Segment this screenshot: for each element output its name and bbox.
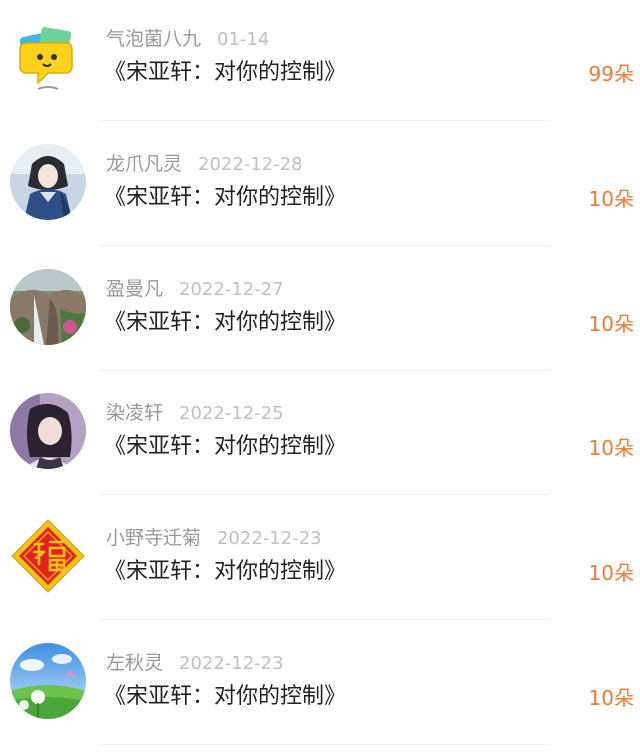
list-item[interactable]: 染凌轩 2022-12-25 《宋亚轩：对你的控制》 10朵 xyxy=(0,370,640,495)
item-meta: 染凌轩 2022-12-25 xyxy=(106,400,284,426)
flower-count: 10朵 xyxy=(588,561,634,585)
username[interactable]: 左秋灵 xyxy=(106,652,163,674)
fu-character-icon xyxy=(10,518,86,594)
avatar[interactable] xyxy=(10,518,86,594)
list-item[interactable]: 左秋灵 2022-12-23 《宋亚轩：对你的控制》 10朵 xyxy=(0,620,640,745)
avatar[interactable] xyxy=(10,393,86,469)
list-item[interactable]: 盈曼凡 2022-12-27 《宋亚轩：对你的控制》 10朵 xyxy=(0,246,640,371)
gift-record-list: 气泡菌八九 01-14 《宋亚轩：对你的控制》 99朵 龙爪凡灵 2022-12-2… xyxy=(0,0,640,754)
avatar[interactable] xyxy=(10,144,86,220)
avatar[interactable] xyxy=(10,269,86,345)
gift-date: 2022-12-23 xyxy=(179,653,284,674)
item-meta: 盈曼凡 2022-12-27 xyxy=(106,276,284,302)
username[interactable]: 盈曼凡 xyxy=(106,278,163,300)
work-title[interactable]: 《宋亚轩：对你的控制》 xyxy=(104,56,346,90)
cartoon-speech-bubble-icon xyxy=(10,19,86,95)
flower-count: 99朵 xyxy=(588,62,634,86)
flower-count: 10朵 xyxy=(588,187,634,211)
work-title[interactable]: 《宋亚轩：对你的控制》 xyxy=(104,680,346,714)
avatar[interactable] xyxy=(10,19,86,95)
anime-character-icon xyxy=(10,144,86,220)
landscape-rock-icon xyxy=(10,269,86,345)
work-title[interactable]: 《宋亚轩：对你的控制》 xyxy=(104,430,346,464)
username[interactable]: 龙爪凡灵 xyxy=(106,153,182,175)
list-item[interactable]: 小野寺迁菊 2022-12-23 《宋亚轩：对你的控制》 10朵 xyxy=(0,495,640,620)
username[interactable]: 小野寺迁菊 xyxy=(106,527,201,549)
girl-photo-icon xyxy=(10,393,86,469)
gift-date: 2022-12-25 xyxy=(179,403,284,424)
gift-date: 2022-12-27 xyxy=(179,279,284,300)
item-meta: 左秋灵 2022-12-23 xyxy=(106,650,284,676)
work-title[interactable]: 《宋亚轩：对你的控制》 xyxy=(104,181,346,215)
gift-date: 01-14 xyxy=(217,29,270,50)
gift-date: 2022-12-28 xyxy=(198,154,303,175)
dandelion-field-icon xyxy=(10,643,86,719)
item-meta: 气泡菌八九 01-14 xyxy=(106,26,269,52)
avatar[interactable] xyxy=(10,643,86,719)
username[interactable]: 染凌轩 xyxy=(106,402,163,424)
flower-count: 10朵 xyxy=(588,686,634,710)
item-meta: 小野寺迁菊 2022-12-23 xyxy=(106,525,322,551)
work-title[interactable]: 《宋亚轩：对你的控制》 xyxy=(104,555,346,589)
divider xyxy=(100,744,550,745)
list-item[interactable]: 气泡菌八九 01-14 《宋亚轩：对你的控制》 99朵 xyxy=(0,0,640,121)
flower-count: 10朵 xyxy=(588,436,634,460)
item-meta: 龙爪凡灵 2022-12-28 xyxy=(106,151,303,177)
flower-count: 10朵 xyxy=(588,312,634,336)
gift-date: 2022-12-23 xyxy=(217,528,322,549)
list-item[interactable]: 龙爪凡灵 2022-12-28 《宋亚轩：对你的控制》 10朵 xyxy=(0,121,640,246)
username[interactable]: 气泡菌八九 xyxy=(106,28,201,50)
work-title[interactable]: 《宋亚轩：对你的控制》 xyxy=(104,306,346,340)
